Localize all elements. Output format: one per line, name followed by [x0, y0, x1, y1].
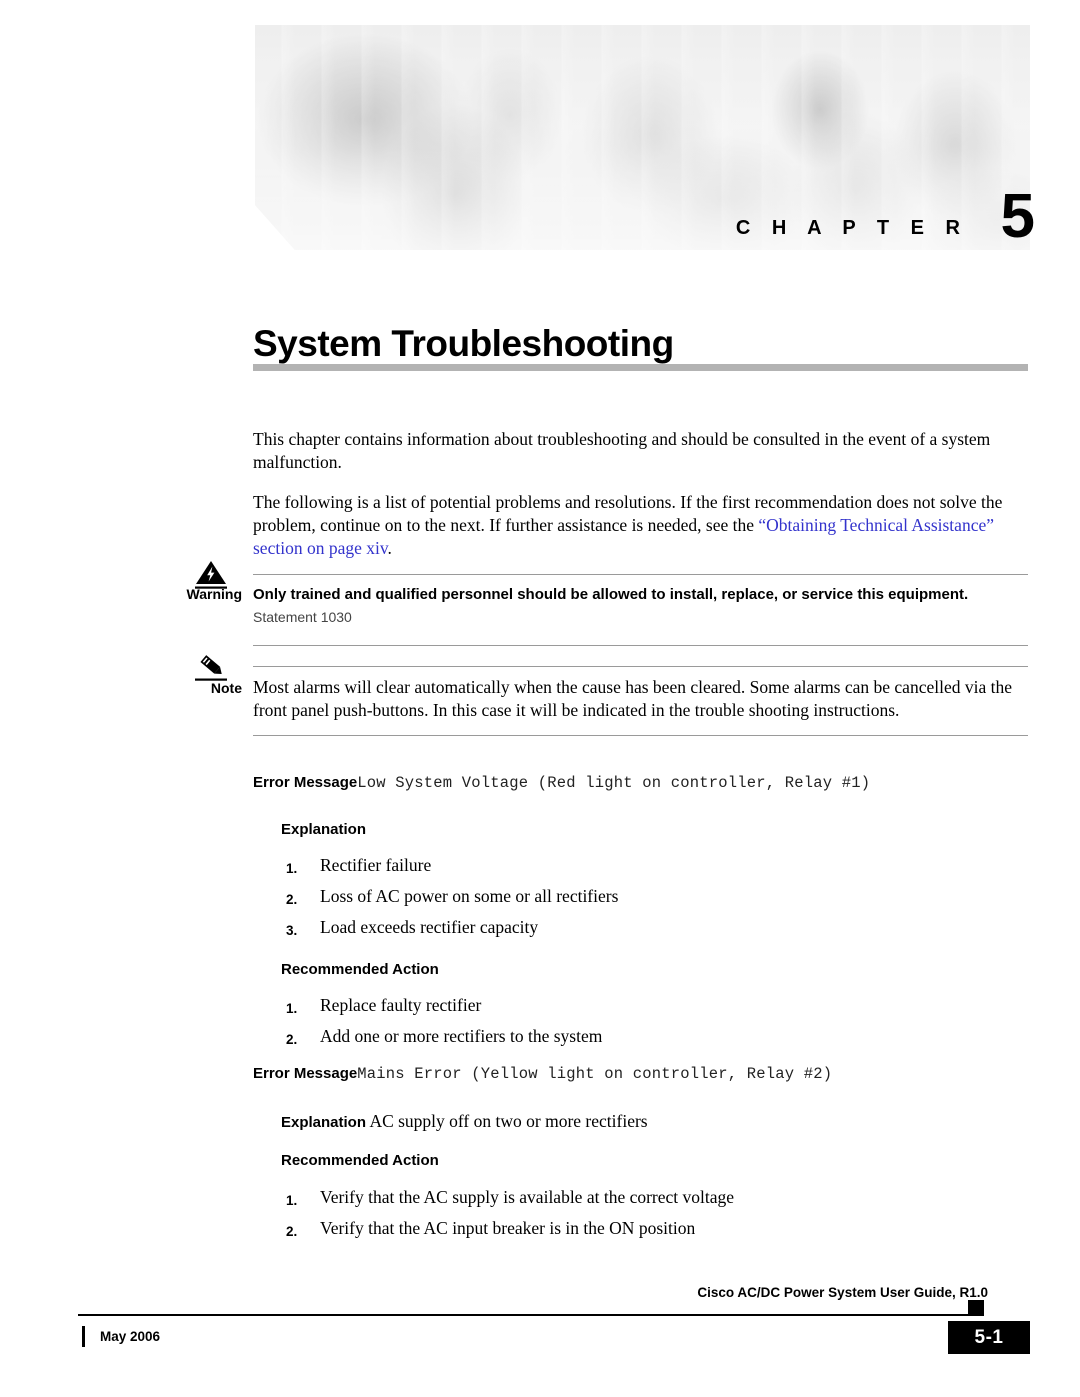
error-message-heading-1: Error MessageLow System Voltage (Red lig… [253, 772, 1028, 794]
page-number-badge: 5-1 [948, 1321, 1030, 1354]
intro-paragraph-1: This chapter contains information about … [253, 429, 991, 472]
list-item-number: 3. [286, 923, 298, 938]
warning-body: Only trained and qualified personnel sho… [253, 584, 1028, 628]
error-message-label-1: Error Message [253, 774, 358, 791]
explanation-heading-1: Explanation [281, 821, 367, 838]
chapter-word-label: C H A P T E R [735, 217, 968, 239]
error-message-label-2: Error Message [253, 1065, 358, 1082]
list-item: 3. Load exceeds rectifier capacity [253, 916, 1028, 939]
footer-tick-marker [82, 1326, 85, 1347]
list-item-number: 1. [286, 1001, 298, 1016]
intro-paragraph-2: The following is a list of potential pro… [253, 491, 1028, 560]
warning-label: Warning [186, 586, 242, 602]
chapter-number: 5 [1000, 182, 1035, 251]
list-item-number: 1. [286, 1193, 298, 1208]
explanation-text-2: AC supply off on two or more rectifiers [369, 1111, 648, 1131]
footer-divider [78, 1314, 980, 1316]
footer-square-marker [968, 1300, 984, 1316]
list-item: 1. Rectifier failure [253, 854, 1028, 877]
list-item-number: 2. [286, 892, 298, 907]
warning-bottom-rule [253, 645, 1028, 646]
list-item: 2. Loss of AC power on some or all recti… [253, 885, 1028, 908]
footer-date: May 2006 [100, 1329, 161, 1344]
explanation-list-1: 1. Rectifier failure 2. Loss of AC power… [253, 854, 1028, 939]
recommended-action-heading-1: Recommended Action [281, 961, 439, 978]
list-item-number: 2. [286, 1224, 298, 1239]
note-label: Note [210, 680, 242, 696]
title-divider [253, 364, 1028, 371]
list-item-text: Add one or more rectifiers to the system [320, 1026, 603, 1046]
list-item-text: Verify that the AC supply is available a… [320, 1187, 735, 1207]
list-item: 1. Replace faulty rectifier [253, 994, 1028, 1017]
list-item-number: 1. [286, 861, 298, 876]
note-body: Most alarms will clear automatically whe… [253, 676, 1028, 722]
warning-statement: Statement 1030 [253, 609, 352, 625]
list-item-text: Rectifier failure [320, 855, 432, 875]
error-message-block-2: Error MessageMains Error (Yellow light o… [253, 1063, 1028, 1248]
recommended-action-list-2: 1. Verify that the AC supply is availabl… [253, 1186, 1028, 1240]
error-message-heading-2: Error MessageMains Error (Yellow light o… [253, 1063, 1028, 1085]
explanation-heading-2: Explanation [281, 1114, 367, 1131]
footer-guide-title: Cisco AC/DC Power System User Guide, R1.… [697, 1285, 988, 1300]
list-item: 2. Verify that the AC input breaker is i… [253, 1217, 1028, 1240]
list-item-text: Load exceeds rectifier capacity [320, 917, 539, 937]
recommended-action-heading-2: Recommended Action [281, 1152, 439, 1169]
list-item: 2. Add one or more rectifiers to the sys… [253, 1025, 1028, 1048]
note-top-rule [253, 666, 1028, 667]
warning-top-rule [253, 574, 1028, 575]
intro-paragraph-2-tail: . [387, 538, 392, 558]
note-bottom-rule [253, 735, 1028, 736]
list-item: 1. Verify that the AC supply is availabl… [253, 1186, 1028, 1209]
list-item-text: Replace faulty rectifier [320, 995, 482, 1015]
pencil-icon [194, 652, 228, 682]
warning-text: Only trained and qualified personnel sho… [253, 586, 969, 603]
recommended-action-list-1: 1. Replace faulty rectifier 2. Add one o… [253, 994, 1028, 1048]
intro-text: This chapter contains information about … [253, 428, 1028, 577]
note-text: Most alarms will clear automatically whe… [253, 677, 1012, 720]
explanation-inline-2: Explanation AC supply off on two or more… [281, 1110, 1028, 1134]
list-item-text: Loss of AC power on some or all rectifie… [320, 886, 619, 906]
error-message-block-1: Error MessageLow System Voltage (Red lig… [253, 772, 1028, 1056]
page-title: System Troubleshooting [253, 322, 674, 364]
list-item-number: 2. [286, 1032, 298, 1047]
error-message-value-2: Mains Error (Yellow light on controller,… [357, 1065, 833, 1083]
error-message-value-1: Low System Voltage (Red light on control… [357, 774, 871, 792]
list-item-text: Verify that the AC input breaker is in t… [320, 1218, 696, 1238]
